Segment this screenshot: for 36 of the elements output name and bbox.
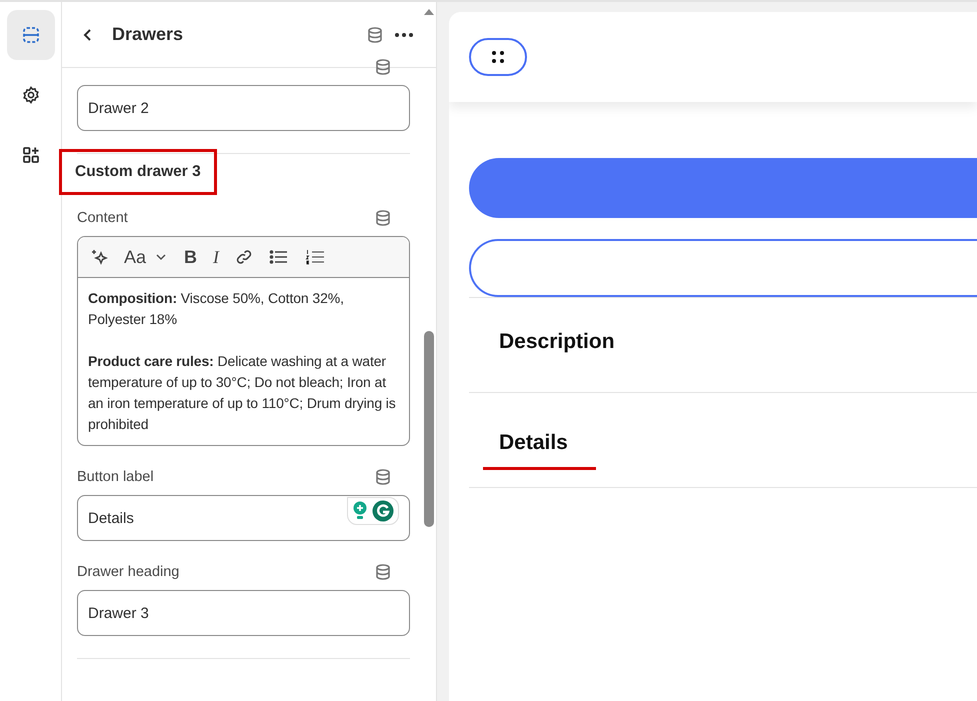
database-icon[interactable] bbox=[374, 209, 392, 227]
drawer-title[interactable]: Description bbox=[499, 330, 615, 360]
field-label: Drawer heading bbox=[77, 564, 180, 580]
font-button[interactable]: Aa bbox=[124, 246, 146, 268]
scroll-up-icon[interactable] bbox=[423, 8, 435, 16]
italic-button[interactable]: I bbox=[213, 246, 220, 268]
paragraph: Product care rules: Delicate washing at a water temperature of up to 30°C; Do not bleach; Iron at an iron temperature of up to 110°C; Drum drying is prohibited bbox=[88, 352, 397, 434]
database-icon[interactable] bbox=[374, 58, 392, 76]
add-app-icon bbox=[20, 145, 40, 165]
link-icon bbox=[235, 248, 254, 266]
database-icon[interactable] bbox=[374, 563, 392, 581]
numbered-list-icon bbox=[305, 248, 326, 266]
more-icon[interactable] bbox=[394, 32, 414, 38]
drawer-title[interactable]: Details bbox=[483, 430, 596, 470]
assistant-icon[interactable] bbox=[372, 500, 394, 522]
field-label: Content bbox=[77, 210, 128, 226]
text-field[interactable]: Drawer 2 bbox=[77, 85, 410, 131]
bold-button[interactable]: B bbox=[184, 246, 198, 268]
menu-button[interactable] bbox=[469, 38, 527, 76]
database-icon[interactable] bbox=[366, 26, 384, 44]
bullet-list-icon bbox=[269, 248, 290, 266]
paragraph: Composition: Viscose 50%, Cotton 32%, Polyester 18% bbox=[88, 289, 345, 329]
field-label: Button label bbox=[77, 469, 154, 485]
text-field[interactable]: Details bbox=[77, 495, 410, 541]
rich-text-editor[interactable] bbox=[77, 236, 410, 446]
dots-icon bbox=[490, 49, 506, 65]
sparkle-icon bbox=[90, 248, 108, 266]
panel-title: Drawers bbox=[112, 24, 184, 45]
sections-icon bbox=[20, 25, 40, 45]
lightbulb-icon[interactable] bbox=[352, 501, 368, 521]
text-field[interactable]: Drawer 3 bbox=[77, 590, 410, 636]
scrollbar-thumb[interactable] bbox=[424, 331, 434, 527]
secondary-button[interactable] bbox=[469, 239, 977, 297]
settings-icon bbox=[20, 85, 40, 105]
section-heading: Custom drawer 3 bbox=[59, 149, 217, 195]
database-icon[interactable] bbox=[374, 468, 392, 486]
